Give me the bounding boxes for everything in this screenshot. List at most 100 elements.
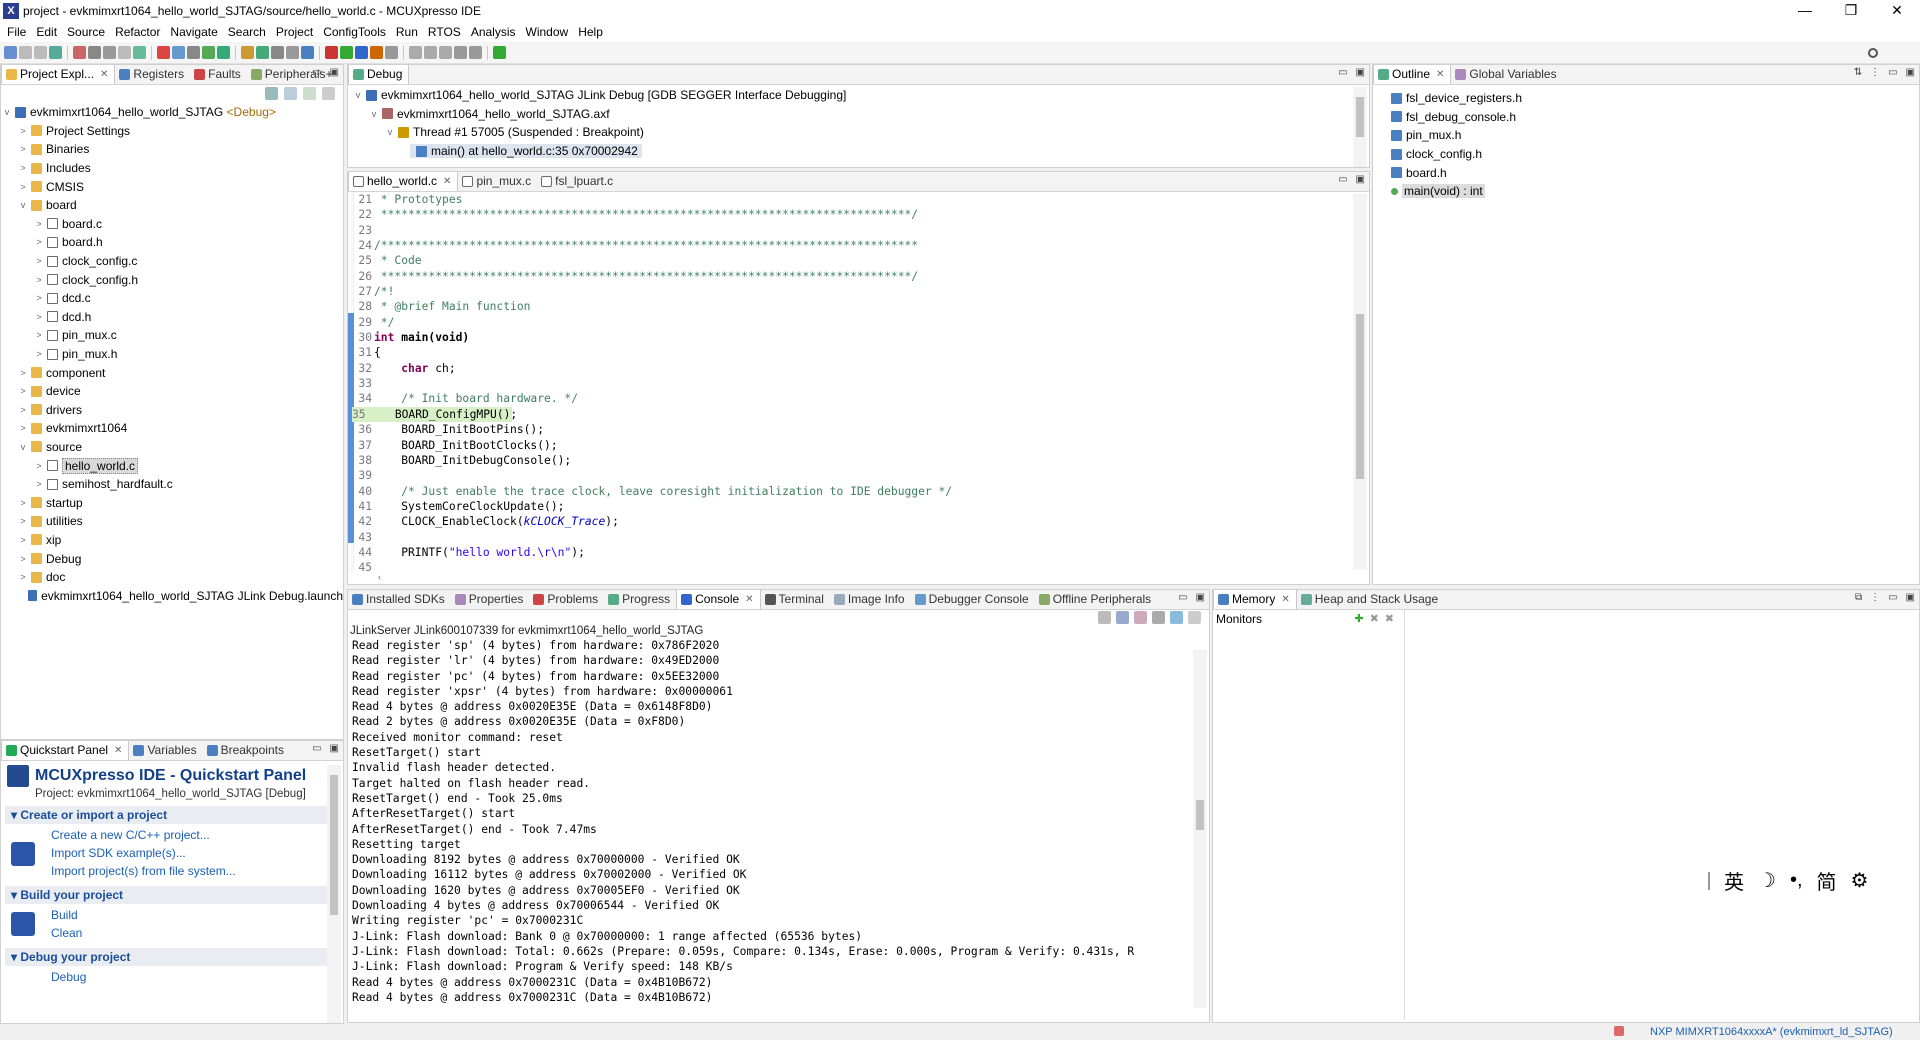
ime-moon-icon[interactable]: ☽ [1758, 868, 1776, 893]
import-fs-link[interactable]: Import project(s) from file system... [1, 862, 343, 880]
toolbar-icon[interactable] [325, 46, 338, 59]
tree-item[interactable]: > clock_config.c [1, 252, 343, 271]
tree-item[interactable]: > pin_mux.c [1, 326, 343, 345]
toolbar-icon[interactable] [355, 46, 368, 59]
scroll-lock-icon[interactable] [1116, 610, 1129, 624]
tab-quickstart[interactable]: Quickstart Panel ✕ [1, 741, 130, 760]
tab-fsl-lpuart-c[interactable]: fsl_lpuart.c [537, 172, 619, 191]
tree-item[interactable]: > component [1, 363, 343, 382]
toolbar-icon[interactable] [34, 46, 47, 59]
chevron-right-icon[interactable]: > [33, 312, 45, 322]
remove-launch-icon[interactable] [1152, 610, 1165, 624]
minimize-view-icon[interactable]: ▭ [1338, 174, 1347, 185]
console-output[interactable]: Read register 'sp' (4 bytes) from hardwa… [348, 638, 1209, 1005]
outline-item[interactable]: clock_config.h [1373, 145, 1919, 164]
tab-breakpoints[interactable]: Breakpoints [203, 741, 290, 760]
ime-simplified-toggle[interactable]: 简 [1817, 866, 1837, 895]
outline-item[interactable]: board.h [1373, 163, 1919, 182]
chevron-right-icon[interactable]: > [17, 144, 29, 154]
chevron-right-icon[interactable]: > [17, 405, 29, 415]
console-scrollbar[interactable] [1193, 650, 1207, 1008]
ime-drag-handle[interactable] [1708, 871, 1710, 890]
close-icon[interactable]: ✕ [443, 176, 451, 187]
toolbar-icon[interactable] [286, 46, 299, 59]
maximize-view-icon[interactable]: ▣ [330, 743, 339, 754]
tree-item[interactable]: > hello_world.c [1, 456, 343, 475]
minimize-view-icon[interactable]: ▭ [1178, 592, 1187, 603]
tab-progress[interactable]: Progress [604, 590, 676, 609]
editor-scrollbar[interactable] [1353, 194, 1367, 570]
tab-problems[interactable]: Problems [529, 590, 604, 609]
tree-item[interactable]: > dcd.c [1, 289, 343, 308]
maximize-view-icon[interactable]: ▣ [1356, 67, 1365, 78]
toolbar-icon[interactable] [103, 46, 116, 59]
menu-navigate[interactable]: Navigate [165, 25, 222, 39]
tab-variables[interactable]: Variables [129, 741, 202, 760]
section-build[interactable]: ▾ Build your project [5, 886, 339, 904]
tree-item[interactable]: > utilities [1, 512, 343, 531]
code-editor[interactable]: 21 * Prototypes 22 **********************… [348, 192, 1369, 576]
tree-item[interactable]: > evkmimxrt1064 [1, 419, 343, 438]
import-sdk-link[interactable]: Import SDK example(s)... [1, 844, 343, 862]
outline-item[interactable]: main(void) : int [1373, 182, 1919, 201]
add-monitor-icon[interactable]: ✚ [1354, 612, 1363, 625]
menu-help[interactable]: Help [573, 25, 608, 39]
close-icon[interactable]: ✕ [745, 594, 753, 605]
chevron-right-icon[interactable]: > [17, 554, 29, 564]
tab-debugger-console[interactable]: Debugger Console [911, 590, 1035, 609]
toolbar-icon[interactable] [409, 46, 422, 59]
tab-image-info[interactable]: Image Info [830, 590, 911, 609]
toolbar-icon[interactable] [424, 46, 437, 59]
menu-edit[interactable]: Edit [31, 25, 62, 39]
outline-item[interactable]: fsl_device_registers.h [1373, 89, 1919, 108]
link-editor-icon[interactable] [284, 86, 297, 100]
tab-registers[interactable]: Registers [115, 65, 190, 84]
debug-scrollbar[interactable] [1353, 87, 1367, 167]
chevron-right-icon[interactable]: > [17, 572, 29, 582]
restore-button[interactable]: ❐ [1828, 0, 1874, 22]
chevron-right-icon[interactable]: > [33, 330, 45, 340]
debug-launch-row[interactable]: v evkmimxrt1064_hello_world_SJTAG JLink D… [348, 86, 1369, 105]
ime-punct-toggle[interactable]: •, [1790, 869, 1803, 892]
tab-debug[interactable]: Debug [348, 65, 410, 84]
ime-settings-icon[interactable]: ⚙ [1851, 868, 1869, 893]
chevron-right-icon[interactable]: > [33, 275, 45, 285]
chevron-right-icon[interactable]: > [17, 163, 29, 173]
toolbar-icon[interactable] [271, 46, 284, 59]
tab-properties[interactable]: Properties [451, 590, 530, 609]
tree-item[interactable]: > board.h [1, 233, 343, 252]
chevron-right-icon[interactable]: > [33, 237, 45, 247]
menu-source[interactable]: Source [62, 25, 110, 39]
chevron-right-icon[interactable]: > [33, 461, 45, 471]
tree-item[interactable]: > Project Settings [1, 122, 343, 141]
tree-item[interactable]: > clock_config.h [1, 270, 343, 289]
toolbar-icon[interactable] [493, 46, 506, 59]
close-button[interactable]: ✕ [1874, 0, 1920, 22]
toolbar-icon[interactable] [256, 46, 269, 59]
maximize-view-icon[interactable]: ▣ [1356, 174, 1365, 185]
debug-link[interactable]: Debug [1, 968, 343, 986]
toolbar-icon[interactable] [217, 46, 230, 59]
collapse-all-icon[interactable] [265, 86, 278, 100]
chevron-right-icon[interactable]: > [17, 516, 29, 526]
tree-project-root[interactable]: v evkmimxrt1064_hello_world_SJTAG <Debug… [1, 103, 343, 122]
toolbar-icon[interactable] [73, 46, 86, 59]
toolbar-icon[interactable] [49, 46, 62, 59]
minimize-button[interactable]: — [1782, 0, 1828, 22]
toolbar-icon[interactable] [118, 46, 131, 59]
pin-console-icon[interactable] [1134, 610, 1147, 624]
tab-terminal[interactable]: Terminal [761, 590, 830, 609]
chevron-right-icon[interactable]: > [33, 479, 45, 489]
toolbar-icon[interactable] [187, 46, 200, 59]
chevron-right-icon[interactable]: > [17, 126, 29, 136]
tab-console[interactable]: Console ✕ [676, 590, 761, 609]
menu-project[interactable]: Project [271, 25, 318, 39]
create-project-link[interactable]: Create a new C/C++ project... [1, 826, 343, 844]
tab-memory[interactable]: Memory ✕ [1213, 590, 1297, 609]
outline-item[interactable]: pin_mux.h [1373, 126, 1919, 145]
chevron-right-icon[interactable]: > [17, 182, 29, 192]
debug-thread-row[interactable]: v Thread #1 57005 (Suspended : Breakpoint… [348, 123, 1369, 142]
filter-icon[interactable] [303, 86, 316, 100]
open-console-icon[interactable] [1188, 610, 1201, 624]
close-icon[interactable]: ✕ [100, 69, 108, 80]
